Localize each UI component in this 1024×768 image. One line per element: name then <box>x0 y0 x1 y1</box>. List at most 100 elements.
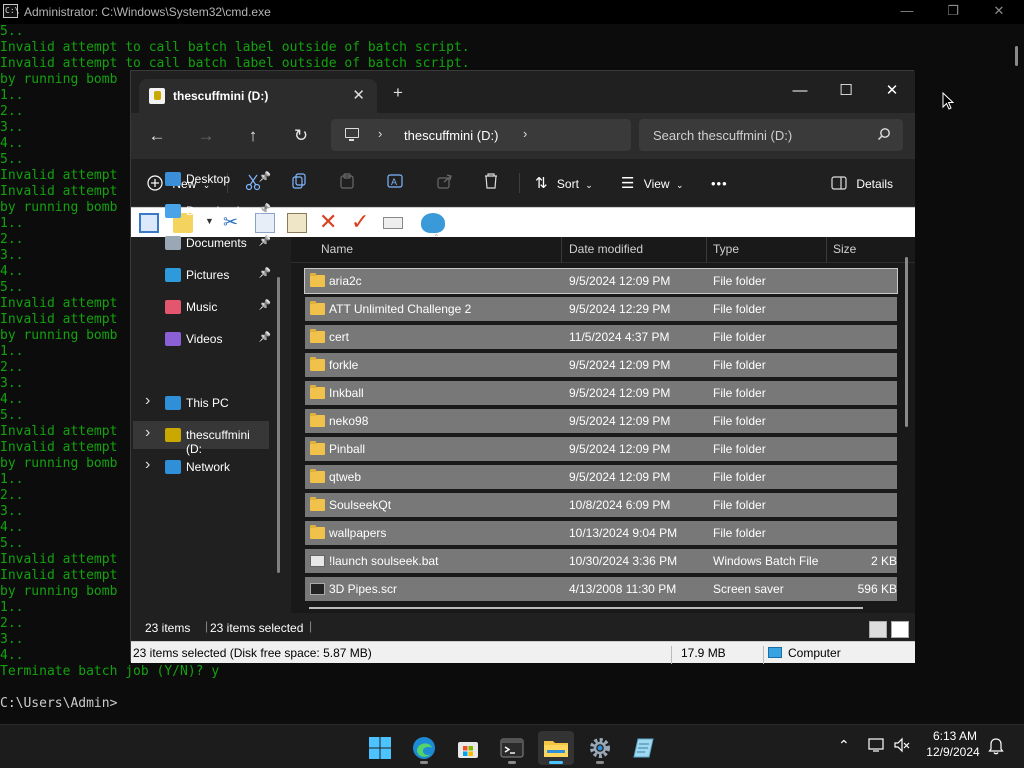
file-date: 9/5/2024 12:29 PM <box>569 302 671 316</box>
close-button[interactable]: ✕ <box>869 77 915 107</box>
navigation-scrollbar[interactable] <box>277 277 280 573</box>
copy-button[interactable] <box>291 173 307 195</box>
file-row[interactable]: !launch soulseek.bat 10/30/2024 3:36 PM Wi… <box>305 549 897 573</box>
network-icon[interactable] <box>868 737 886 753</box>
checkmark-icon[interactable]: ✓ <box>351 211 371 233</box>
column-type[interactable]: Type <box>713 242 739 256</box>
tiles-view-icon[interactable] <box>891 621 909 638</box>
details-button[interactable]: Details <box>831 173 893 195</box>
file-row[interactable]: cert 11/5/2024 4:37 PM File folder <box>305 325 897 349</box>
delete-button[interactable] <box>483 173 499 195</box>
file-row[interactable]: neko98 9/5/2024 12:09 PM File folder <box>305 409 897 433</box>
minimize-button[interactable]: — <box>777 77 823 107</box>
chevron-right-icon[interactable]: › <box>145 424 150 442</box>
volume-muted-icon[interactable] <box>894 737 910 753</box>
sidebar-item-music[interactable]: Music 📌 <box>133 293 271 321</box>
file-explorer-button[interactable] <box>538 731 574 765</box>
file-row[interactable]: Inkball 9/5/2024 12:09 PM File folder <box>305 381 897 405</box>
file-name: qtweb <box>329 470 362 484</box>
sidebar-item-documents[interactable]: Documents 📌 <box>133 229 271 257</box>
video-icon <box>165 332 181 346</box>
rename-button[interactable]: A <box>387 173 405 195</box>
more-options-button[interactable]: ••• <box>711 173 728 195</box>
file-date: 11/5/2024 4:37 PM <box>569 330 670 344</box>
breadcrumb[interactable]: thescuffmini (D:) <box>404 128 498 143</box>
cmd-title-bar[interactable]: C:\ Administrator: C:\Windows\System32\c… <box>0 0 1024 24</box>
sidebar-item-downloads[interactable]: Downloads 📌 <box>133 197 271 225</box>
column-divider[interactable] <box>706 237 707 263</box>
file-row[interactable]: ATT Unlimited Challenge 2 9/5/2024 12:29 … <box>305 297 897 321</box>
chevron-down-icon: ⌄ <box>675 180 684 190</box>
settings-button[interactable] <box>582 731 618 765</box>
chevron-right-icon[interactable]: › <box>145 456 150 474</box>
folder-icon <box>310 329 325 343</box>
file-row[interactable]: SoulseekQt 10/8/2024 6:09 PM File folder <box>305 493 897 517</box>
sidebar-item-this-pc[interactable]: › This PC <box>133 389 271 417</box>
maximize-button[interactable]: ☐ <box>823 77 869 107</box>
tab-thescuffmini[interactable]: thescuffmini (D:) ✕ <box>139 79 377 113</box>
details-pane-icon <box>831 176 847 190</box>
console-line: Terminate batch job (Y/N)? y <box>0 664 220 679</box>
file-row[interactable]: aria2c 9/5/2024 12:09 PM File folder <box>304 268 898 294</box>
address-bar[interactable]: › thescuffmini (D:) › <box>331 119 631 151</box>
file-row[interactable]: 3D Pipes.scr 4/13/2008 11:30 PM Screen sav… <box>305 577 897 601</box>
close-tab-icon[interactable]: ✕ <box>352 86 365 104</box>
minimize-button[interactable]: — <box>884 2 930 22</box>
folder-icon <box>310 385 325 399</box>
notepad-button[interactable] <box>626 731 662 765</box>
chevron-right-icon[interactable]: › <box>523 126 527 141</box>
up-icon[interactable]: ↑ <box>239 123 267 149</box>
column-divider[interactable] <box>826 237 827 263</box>
file-date: 9/5/2024 12:09 PM <box>569 274 671 288</box>
file-date: 10/13/2024 9:04 PM <box>569 526 678 540</box>
start-button[interactable] <box>362 731 398 765</box>
details-view-icon[interactable] <box>869 621 887 638</box>
store-button[interactable] <box>450 731 486 765</box>
chevron-right-icon[interactable]: › <box>378 126 382 141</box>
console-scrollbar[interactable] <box>1015 46 1018 66</box>
column-size[interactable]: Size <box>833 242 856 256</box>
sidebar-item-thescuffmini-d[interactable]: › thescuffmini (D: <box>133 421 269 456</box>
clock-time[interactable]: 6:13 AM <box>928 729 982 743</box>
console-line: 5.. <box>0 152 24 167</box>
chevron-up-icon[interactable]: ⌃ <box>838 737 850 754</box>
delete-icon[interactable]: ✕ <box>319 211 339 233</box>
paste-button[interactable] <box>339 173 355 195</box>
shell-icon[interactable] <box>421 213 445 233</box>
column-name[interactable]: Name <box>321 242 353 256</box>
back-icon[interactable]: ← <box>143 123 171 149</box>
chevron-right-icon[interactable]: › <box>145 392 150 410</box>
view-button[interactable]: ☰ View ⌄ <box>621 173 683 195</box>
sidebar-item-pictures[interactable]: Pictures 📌 <box>133 261 271 289</box>
column-date[interactable]: Date modified <box>569 242 643 256</box>
file-name: !launch soulseek.bat <box>329 554 439 568</box>
sort-button[interactable]: ⇅ Sort ⌄ <box>535 173 593 195</box>
edge-button[interactable] <box>406 731 442 765</box>
notification-bell-icon[interactable] <box>988 737 1004 755</box>
refresh-icon[interactable]: ↻ <box>287 123 315 149</box>
horizontal-scrollbar[interactable] <box>309 607 863 609</box>
terminal-button[interactable] <box>494 731 530 765</box>
file-row[interactable]: forkle 9/5/2024 12:09 PM File folder <box>305 353 897 377</box>
file-row[interactable]: wallpapers 10/13/2024 9:04 PM File folder <box>305 521 897 545</box>
sidebar-item-videos[interactable]: Videos 📌 <box>133 325 271 353</box>
paste-icon[interactable] <box>287 213 307 233</box>
rename-icon[interactable] <box>383 217 403 229</box>
sidebar-item-network[interactable]: › Network <box>133 453 271 481</box>
notepad-icon <box>633 738 654 758</box>
file-row[interactable]: Pinball 9/5/2024 12:09 PM File folder <box>305 437 897 461</box>
search-input[interactable]: Search thescuffmini (D:) <box>639 119 903 151</box>
forward-icon[interactable]: → <box>192 123 220 149</box>
sidebar-item-label: Documents <box>186 236 247 250</box>
new-tab-button[interactable]: + <box>393 83 403 103</box>
clock-date[interactable]: 12/9/2024 <box>922 745 984 759</box>
share-button[interactable] <box>437 173 453 195</box>
maximize-button[interactable]: ❐ <box>930 2 976 22</box>
file-row[interactable]: qtweb 9/5/2024 12:09 PM File folder <box>305 465 897 489</box>
vertical-scrollbar[interactable] <box>905 257 908 427</box>
column-headers: ⌃ Name Date modified Type Size <box>291 233 915 263</box>
file-type: File folder <box>713 274 766 288</box>
column-divider[interactable] <box>561 237 562 263</box>
sidebar-item-desktop[interactable]: Desktop 📌 <box>133 165 271 193</box>
close-button[interactable]: ✕ <box>976 2 1022 22</box>
